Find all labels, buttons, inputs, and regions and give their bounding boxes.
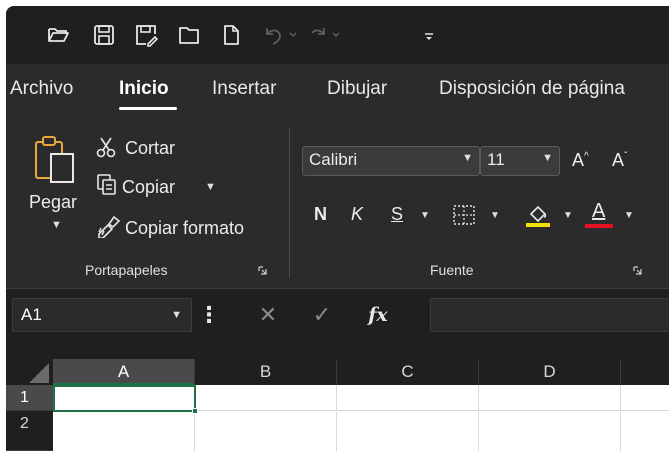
undo-icon[interactable] <box>261 23 301 47</box>
font-color-label: A <box>592 200 606 222</box>
quick-access-toolbar <box>6 6 669 64</box>
column-headers: A B C D <box>6 341 669 385</box>
borders-icon[interactable] <box>451 204 477 226</box>
ribbon-home: Pegar ▼ Cortar Copiar ▼ Copiar formato P… <box>6 118 669 288</box>
column-header-e-partial[interactable] <box>621 359 669 385</box>
cell-c2[interactable] <box>337 412 479 451</box>
copy-icon <box>96 173 118 195</box>
column-header-a[interactable]: A <box>53 359 195 385</box>
enter-icon[interactable]: ✓ <box>300 297 344 333</box>
name-box-dropdown-arrow[interactable]: ▼ <box>171 309 182 321</box>
name-box[interactable]: A1 ▼ <box>12 298 192 332</box>
new-document-icon[interactable] <box>219 23 243 47</box>
tab-disposicion-pagina[interactable]: Disposición de página <box>439 78 625 100</box>
cell-d2[interactable] <box>479 412 621 451</box>
save-icon[interactable] <box>92 23 116 47</box>
excel-window: Archivo Inicio Insertar Dibujar Disposic… <box>6 6 669 451</box>
column-header-c[interactable]: C <box>337 359 479 385</box>
scissors-icon <box>96 136 116 158</box>
column-header-d[interactable]: D <box>479 359 621 385</box>
cell-b1[interactable] <box>196 385 337 411</box>
fill-color-dropdown-arrow[interactable]: ▼ <box>563 210 573 221</box>
shrink-font-button[interactable]: Aˇ <box>612 150 627 171</box>
grow-font-button[interactable]: A^ <box>572 150 589 171</box>
more-options-icon[interactable]: ⋮ <box>192 297 226 333</box>
paste-dropdown-arrow[interactable]: ▼ <box>51 219 62 231</box>
tab-dibujar[interactable]: Dibujar <box>327 78 387 100</box>
shrink-font-label: A <box>612 150 625 170</box>
font-name-dropdown-arrow[interactable]: ▼ <box>462 152 473 164</box>
font-size-combo[interactable]: 11 ▼ <box>480 146 560 176</box>
open-folder-icon[interactable] <box>46 23 70 47</box>
clipboard-launcher-icon[interactable] <box>258 266 269 277</box>
active-tab-indicator <box>119 107 177 110</box>
save-as-icon[interactable] <box>134 23 159 47</box>
name-box-value: A1 <box>21 305 42 324</box>
underline-button[interactable]: S <box>391 204 403 225</box>
cell-a1[interactable] <box>53 385 196 412</box>
fill-handle[interactable] <box>192 408 198 414</box>
cell-c1[interactable] <box>337 385 479 411</box>
underline-dropdown-arrow[interactable]: ▼ <box>420 210 430 221</box>
paste-icon[interactable] <box>34 134 78 186</box>
grow-font-label: A <box>572 150 585 170</box>
formula-input[interactable] <box>430 298 669 332</box>
tab-insertar[interactable]: Insertar <box>212 78 276 100</box>
group-separator <box>289 128 290 278</box>
row-header-2[interactable]: 2 <box>6 411 53 451</box>
font-group-label: Fuente <box>430 262 474 278</box>
font-color-dropdown-arrow[interactable]: ▼ <box>624 210 634 221</box>
column-header-b[interactable]: B <box>195 359 337 385</box>
font-launcher-icon[interactable] <box>633 266 644 277</box>
cut-button[interactable]: Cortar <box>125 138 175 159</box>
cell-d1[interactable] <box>479 385 621 411</box>
font-color-button[interactable]: A <box>585 200 613 228</box>
format-painter-button[interactable]: Copiar formato <box>125 218 244 239</box>
fill-color-icon[interactable] <box>524 200 552 228</box>
paste-button[interactable]: Pegar <box>29 192 77 213</box>
format-painter-icon <box>96 214 122 239</box>
font-name-combo[interactable]: Calibri ▼ <box>302 146 480 176</box>
row-header-1[interactable]: 1 <box>6 385 53 411</box>
ribbon-tabs: Archivo Inicio Insertar Dibujar Disposic… <box>6 64 669 118</box>
copy-dropdown-arrow[interactable]: ▼ <box>205 181 216 193</box>
select-all-corner[interactable] <box>6 359 53 385</box>
copy-button[interactable]: Copiar <box>122 177 175 198</box>
tab-inicio[interactable]: Inicio <box>119 78 169 100</box>
cell-b2[interactable] <box>195 412 337 451</box>
font-name-value: Calibri <box>309 150 358 169</box>
font-size-dropdown-arrow[interactable]: ▼ <box>542 152 553 164</box>
folder-icon[interactable] <box>177 23 201 47</box>
tab-archivo[interactable]: Archivo <box>10 78 73 100</box>
redo-icon[interactable] <box>304 23 344 47</box>
cell-a2[interactable] <box>53 412 195 451</box>
borders-dropdown-arrow[interactable]: ▼ <box>490 210 500 221</box>
italic-button[interactable]: K <box>351 204 363 225</box>
bold-button[interactable]: N <box>314 204 327 225</box>
insert-function-button[interactable]: fx <box>356 297 400 333</box>
customize-qat-icon[interactable] <box>422 23 436 47</box>
formula-bar: A1 ▼ ⋮ ✕ ✓ fx <box>6 289 669 341</box>
cell-e1[interactable] <box>621 385 669 411</box>
font-size-value: 11 <box>487 150 505 169</box>
clipboard-group-label: Portapapeles <box>85 262 168 278</box>
worksheet-grid: A B C D 1 2 <box>6 341 669 451</box>
cancel-icon[interactable]: ✕ <box>246 297 290 333</box>
cell-e2[interactable] <box>621 412 669 451</box>
